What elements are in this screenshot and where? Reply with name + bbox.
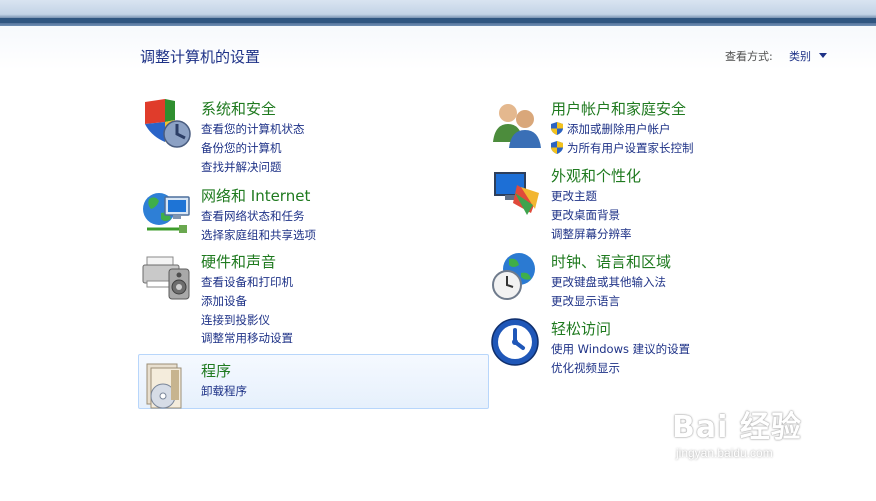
category-title[interactable]: 硬件和声音 bbox=[201, 251, 276, 272]
link-screen-resolution[interactable]: 调整屏幕分辨率 bbox=[551, 225, 632, 244]
view-by-label: 查看方式: bbox=[725, 50, 773, 63]
link-label: 为所有用户设置家长控制 bbox=[567, 140, 694, 155]
category-clock-region: 时钟、语言和区域 更改键盘或其他输入法 更改显示语言 bbox=[491, 251, 831, 311]
category-appearance: 外观和个性化 更改主题 更改桌面背景 调整屏幕分辨率 bbox=[491, 165, 831, 241]
uac-shield-icon bbox=[551, 122, 563, 135]
link-label: 添加或删除用户帐户 bbox=[567, 122, 671, 136]
category-title[interactable]: 用户帐户和家庭安全 bbox=[551, 98, 686, 119]
link-network-status[interactable]: 查看网络状态和任务 bbox=[201, 207, 316, 226]
link-add-remove-accounts[interactable]: 添加或删除用户帐户 bbox=[551, 120, 694, 139]
link-devices-printers[interactable]: 查看设备和打印机 bbox=[201, 273, 293, 292]
watermark-brand: Bai 经验 bbox=[672, 410, 802, 445]
link-display-language[interactable]: 更改显示语言 bbox=[551, 292, 666, 311]
network-internet-icon[interactable] bbox=[141, 185, 193, 237]
category-ease-of-access: 轻松访问 使用 Windows 建议的设置 优化视频显示 bbox=[491, 318, 831, 378]
system-security-icon[interactable] bbox=[141, 98, 193, 150]
link-change-input-methods[interactable]: 更改键盘或其他输入法 bbox=[551, 273, 666, 292]
link-connect-projector[interactable]: 连接到投影仪 bbox=[201, 311, 293, 330]
category-links: 查看您的计算机状态 备份您的计算机 查找并解决问题 bbox=[201, 120, 305, 176]
top-bar-stripe bbox=[0, 18, 876, 23]
category-title[interactable]: 网络和 Internet bbox=[201, 185, 310, 206]
window-top-bar bbox=[0, 0, 876, 26]
category-title[interactable]: 时钟、语言和区域 bbox=[551, 251, 671, 272]
ease-of-access-icon[interactable] bbox=[491, 318, 543, 370]
link-desktop-background[interactable]: 更改桌面背景 bbox=[551, 206, 632, 225]
category-links: 卸载程序 bbox=[201, 382, 247, 401]
category-title[interactable]: 外观和个性化 bbox=[551, 165, 641, 186]
clock-region-icon[interactable] bbox=[491, 251, 543, 303]
uac-shield-icon bbox=[551, 140, 563, 154]
category-title[interactable]: 系统和安全 bbox=[201, 98, 276, 119]
link-mobility-settings[interactable]: 调整常用移动设置 bbox=[201, 329, 293, 348]
category-system-security: 系统和安全 查看您的计算机状态 备份您的计算机 查找并解决问题 bbox=[141, 98, 461, 178]
category-hardware-sound: 硬件和声音 查看设备和打印机 添加设备 连接到投影仪 调整常用移动设置 bbox=[141, 251, 461, 347]
page-title: 调整计算机的设置 bbox=[140, 48, 261, 66]
watermark-url: jingyan.baidu.com bbox=[676, 446, 773, 460]
category-user-accounts: 用户帐户和家庭安全 添加或删除用户帐户 为所有用户设置家长控制 bbox=[491, 98, 831, 158]
link-uninstall-program[interactable]: 卸载程序 bbox=[201, 382, 247, 401]
category-programs: 程序 卸载程序 bbox=[141, 360, 461, 409]
appearance-icon[interactable] bbox=[491, 165, 543, 217]
link-change-theme[interactable]: 更改主题 bbox=[551, 187, 632, 206]
hardware-sound-icon[interactable] bbox=[141, 251, 193, 303]
category-title[interactable]: 程序 bbox=[201, 360, 231, 381]
user-accounts-icon[interactable] bbox=[491, 98, 543, 150]
link-backup-computer[interactable]: 备份您的计算机 bbox=[201, 139, 305, 158]
link-recommended-settings[interactable]: 使用 Windows 建议的设置 bbox=[551, 340, 690, 359]
baidu-jingyan-watermark: Bai 经验 jingyan.baidu.com bbox=[672, 402, 832, 494]
category-title[interactable]: 轻松访问 bbox=[551, 318, 611, 339]
view-by-dropdown[interactable]: 类别 bbox=[789, 48, 811, 64]
link-parental-controls[interactable]: 为所有用户设置家长控制 bbox=[551, 139, 694, 158]
category-links: 更改键盘或其他输入法 更改显示语言 bbox=[551, 273, 666, 311]
link-add-device[interactable]: 添加设备 bbox=[201, 292, 293, 311]
category-links: 更改主题 更改桌面背景 调整屏幕分辨率 bbox=[551, 187, 632, 243]
category-links: 添加或删除用户帐户 为所有用户设置家长控制 bbox=[551, 120, 694, 158]
category-links: 查看设备和打印机 添加设备 连接到投影仪 调整常用移动设置 bbox=[201, 273, 293, 348]
link-troubleshoot[interactable]: 查找并解决问题 bbox=[201, 158, 305, 177]
category-network-internet: 网络和 Internet 查看网络状态和任务 选择家庭组和共享选项 bbox=[141, 185, 461, 245]
link-view-computer-status[interactable]: 查看您的计算机状态 bbox=[201, 120, 305, 139]
programs-icon[interactable] bbox=[141, 360, 193, 412]
link-optimize-display[interactable]: 优化视频显示 bbox=[551, 359, 690, 378]
category-links: 使用 Windows 建议的设置 优化视频显示 bbox=[551, 340, 690, 378]
link-homegroup-sharing[interactable]: 选择家庭组和共享选项 bbox=[201, 226, 316, 245]
category-links: 查看网络状态和任务 选择家庭组和共享选项 bbox=[201, 207, 316, 245]
chevron-down-icon[interactable] bbox=[819, 53, 827, 58]
